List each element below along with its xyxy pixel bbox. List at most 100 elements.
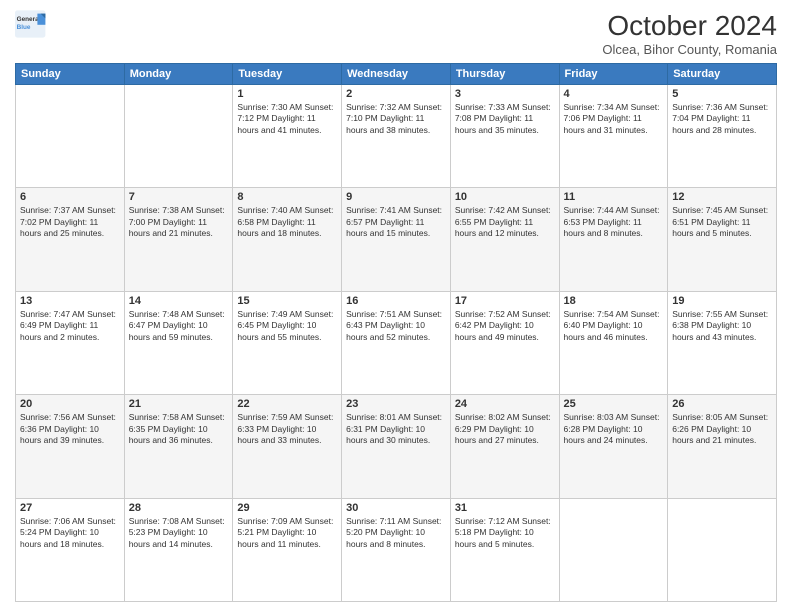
day-cell: 2Sunrise: 7:32 AM Sunset: 7:10 PM Daylig…	[342, 85, 451, 188]
day-number: 31	[455, 502, 555, 514]
cell-content: Sunrise: 7:51 AM Sunset: 6:43 PM Dayligh…	[346, 309, 446, 343]
cell-content: Sunrise: 7:58 AM Sunset: 6:35 PM Dayligh…	[129, 412, 229, 446]
day-number: 19	[672, 295, 772, 307]
header-cell-thursday: Thursday	[450, 64, 559, 85]
cell-content: Sunrise: 7:38 AM Sunset: 7:00 PM Dayligh…	[129, 205, 229, 239]
day-cell: 23 Sunrise: 8:01 AM Sunset: 6:31 PM Dayli…	[342, 395, 451, 498]
title-block: October 2024 Olcea, Bihor County, Romani…	[602, 10, 777, 57]
header: General Blue October 2024 Olcea, Bihor C…	[15, 10, 777, 57]
logo-icon: General Blue	[15, 10, 47, 38]
week-row-0: 1Sunrise: 7:30 AM Sunset: 7:12 PM Daylig…	[16, 85, 777, 188]
day-cell: 15Sunrise: 7:49 AM Sunset: 6:45 PM Dayli…	[233, 291, 342, 394]
day-cell: 12Sunrise: 7:45 AM Sunset: 6:51 PM Dayli…	[668, 188, 777, 291]
day-cell: 22 Sunrise: 7:59 AM Sunset: 6:33 PM Dayli…	[233, 395, 342, 498]
day-cell: 31 Sunrise: 7:12 AM Sunset: 5:18 PM Dayli…	[450, 498, 559, 601]
day-number: 25	[564, 398, 664, 410]
day-cell: 4Sunrise: 7:34 AM Sunset: 7:06 PM Daylig…	[559, 85, 668, 188]
day-cell: 17 Sunrise: 7:52 AM Sunset: 6:42 PM Dayli…	[450, 291, 559, 394]
cell-content: Sunrise: 7:34 AM Sunset: 7:06 PM Dayligh…	[564, 102, 664, 136]
day-cell: 29 Sunrise: 7:09 AM Sunset: 5:21 PM Dayli…	[233, 498, 342, 601]
cell-content: Sunrise: 7:37 AM Sunset: 7:02 PM Dayligh…	[20, 205, 120, 239]
day-cell: 1Sunrise: 7:30 AM Sunset: 7:12 PM Daylig…	[233, 85, 342, 188]
day-number: 27	[20, 502, 120, 514]
day-cell: 9Sunrise: 7:41 AM Sunset: 6:57 PM Daylig…	[342, 188, 451, 291]
header-cell-saturday: Saturday	[668, 64, 777, 85]
header-cell-tuesday: Tuesday	[233, 64, 342, 85]
day-number: 12	[672, 191, 772, 203]
day-cell: 3Sunrise: 7:33 AM Sunset: 7:08 PM Daylig…	[450, 85, 559, 188]
day-cell: 16Sunrise: 7:51 AM Sunset: 6:43 PM Dayli…	[342, 291, 451, 394]
day-cell: 30 Sunrise: 7:11 AM Sunset: 5:20 PM Dayli…	[342, 498, 451, 601]
cell-content: Sunrise: 7:59 AM Sunset: 6:33 PM Dayligh…	[237, 412, 337, 446]
day-cell: 10 Sunrise: 7:42 AM Sunset: 6:55 PM Dayli…	[450, 188, 559, 291]
day-cell: 20 Sunrise: 7:56 AM Sunset: 6:36 PM Dayli…	[16, 395, 125, 498]
week-row-1: 6 Sunrise: 7:37 AM Sunset: 7:02 PM Daylig…	[16, 188, 777, 291]
day-number: 15	[237, 295, 337, 307]
calendar-body: 1Sunrise: 7:30 AM Sunset: 7:12 PM Daylig…	[16, 85, 777, 602]
cell-content: Sunrise: 7:54 AM Sunset: 6:40 PM Dayligh…	[564, 309, 664, 343]
day-number: 29	[237, 502, 337, 514]
day-number: 22	[237, 398, 337, 410]
day-cell: 26 Sunrise: 8:05 AM Sunset: 6:26 PM Dayli…	[668, 395, 777, 498]
cell-content: Sunrise: 7:42 AM Sunset: 6:55 PM Dayligh…	[455, 205, 555, 239]
cell-content: Sunrise: 8:02 AM Sunset: 6:29 PM Dayligh…	[455, 412, 555, 446]
cell-content: Sunrise: 7:11 AM Sunset: 5:20 PM Dayligh…	[346, 516, 446, 550]
day-number: 21	[129, 398, 229, 410]
day-cell: 27 Sunrise: 7:06 AM Sunset: 5:24 PM Dayli…	[16, 498, 125, 601]
day-number: 5	[672, 88, 772, 100]
svg-text:Blue: Blue	[17, 24, 31, 31]
day-cell: 28Sunrise: 7:08 AM Sunset: 5:23 PM Dayli…	[124, 498, 233, 601]
day-number: 2	[346, 88, 446, 100]
day-number: 13	[20, 295, 120, 307]
cell-content: Sunrise: 8:03 AM Sunset: 6:28 PM Dayligh…	[564, 412, 664, 446]
header-row: SundayMondayTuesdayWednesdayThursdayFrid…	[16, 64, 777, 85]
svg-text:General: General	[17, 16, 41, 23]
cell-content: Sunrise: 7:52 AM Sunset: 6:42 PM Dayligh…	[455, 309, 555, 343]
cell-content: Sunrise: 8:01 AM Sunset: 6:31 PM Dayligh…	[346, 412, 446, 446]
day-cell: 21 Sunrise: 7:58 AM Sunset: 6:35 PM Dayli…	[124, 395, 233, 498]
cell-content: Sunrise: 7:09 AM Sunset: 5:21 PM Dayligh…	[237, 516, 337, 550]
day-cell: 13 Sunrise: 7:47 AM Sunset: 6:49 PM Dayli…	[16, 291, 125, 394]
day-cell	[559, 498, 668, 601]
cell-content: Sunrise: 7:36 AM Sunset: 7:04 PM Dayligh…	[672, 102, 772, 136]
cell-content: Sunrise: 7:47 AM Sunset: 6:49 PM Dayligh…	[20, 309, 120, 343]
cell-content: Sunrise: 8:05 AM Sunset: 6:26 PM Dayligh…	[672, 412, 772, 446]
cell-content: Sunrise: 7:48 AM Sunset: 6:47 PM Dayligh…	[129, 309, 229, 343]
calendar-header: SundayMondayTuesdayWednesdayThursdayFrid…	[16, 64, 777, 85]
cell-content: Sunrise: 7:06 AM Sunset: 5:24 PM Dayligh…	[20, 516, 120, 550]
header-cell-wednesday: Wednesday	[342, 64, 451, 85]
day-number: 7	[129, 191, 229, 203]
day-cell: 25 Sunrise: 8:03 AM Sunset: 6:28 PM Dayli…	[559, 395, 668, 498]
cell-content: Sunrise: 7:56 AM Sunset: 6:36 PM Dayligh…	[20, 412, 120, 446]
day-number: 17	[455, 295, 555, 307]
header-cell-monday: Monday	[124, 64, 233, 85]
month-title: October 2024	[602, 10, 777, 42]
calendar-table: SundayMondayTuesdayWednesdayThursdayFrid…	[15, 63, 777, 602]
cell-content: Sunrise: 7:30 AM Sunset: 7:12 PM Dayligh…	[237, 102, 337, 136]
day-cell: 24Sunrise: 8:02 AM Sunset: 6:29 PM Dayli…	[450, 395, 559, 498]
day-number: 6	[20, 191, 120, 203]
cell-content: Sunrise: 7:12 AM Sunset: 5:18 PM Dayligh…	[455, 516, 555, 550]
day-number: 14	[129, 295, 229, 307]
location-subtitle: Olcea, Bihor County, Romania	[602, 42, 777, 57]
day-cell: 14 Sunrise: 7:48 AM Sunset: 6:47 PM Dayli…	[124, 291, 233, 394]
day-cell: 5 Sunrise: 7:36 AM Sunset: 7:04 PM Daylig…	[668, 85, 777, 188]
day-number: 9	[346, 191, 446, 203]
day-number: 10	[455, 191, 555, 203]
day-cell	[16, 85, 125, 188]
day-number: 26	[672, 398, 772, 410]
cell-content: Sunrise: 7:55 AM Sunset: 6:38 PM Dayligh…	[672, 309, 772, 343]
day-number: 20	[20, 398, 120, 410]
logo: General Blue	[15, 10, 47, 38]
day-number: 8	[237, 191, 337, 203]
day-cell: 7 Sunrise: 7:38 AM Sunset: 7:00 PM Daylig…	[124, 188, 233, 291]
day-cell: 19 Sunrise: 7:55 AM Sunset: 6:38 PM Dayli…	[668, 291, 777, 394]
header-cell-sunday: Sunday	[16, 64, 125, 85]
cell-content: Sunrise: 7:44 AM Sunset: 6:53 PM Dayligh…	[564, 205, 664, 239]
day-number: 30	[346, 502, 446, 514]
calendar-page: General Blue October 2024 Olcea, Bihor C…	[0, 0, 792, 612]
week-row-4: 27 Sunrise: 7:06 AM Sunset: 5:24 PM Dayli…	[16, 498, 777, 601]
day-number: 3	[455, 88, 555, 100]
day-cell: 8Sunrise: 7:40 AM Sunset: 6:58 PM Daylig…	[233, 188, 342, 291]
day-number: 23	[346, 398, 446, 410]
